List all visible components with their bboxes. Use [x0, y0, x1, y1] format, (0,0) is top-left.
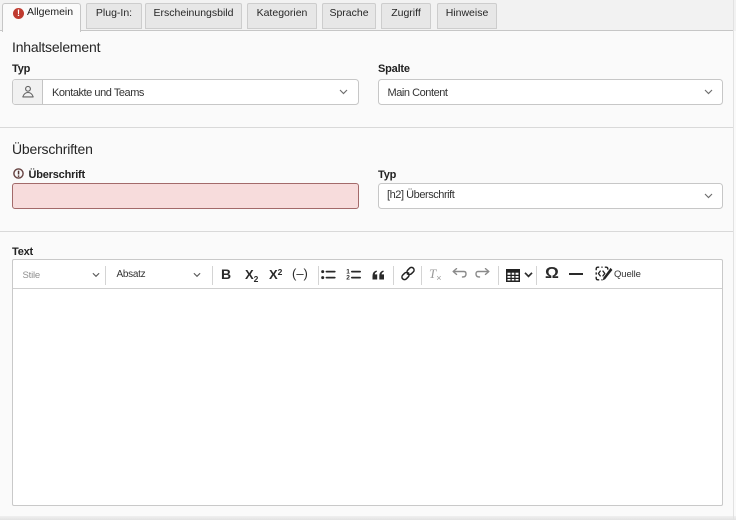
svg-text:2: 2 — [346, 275, 350, 280]
